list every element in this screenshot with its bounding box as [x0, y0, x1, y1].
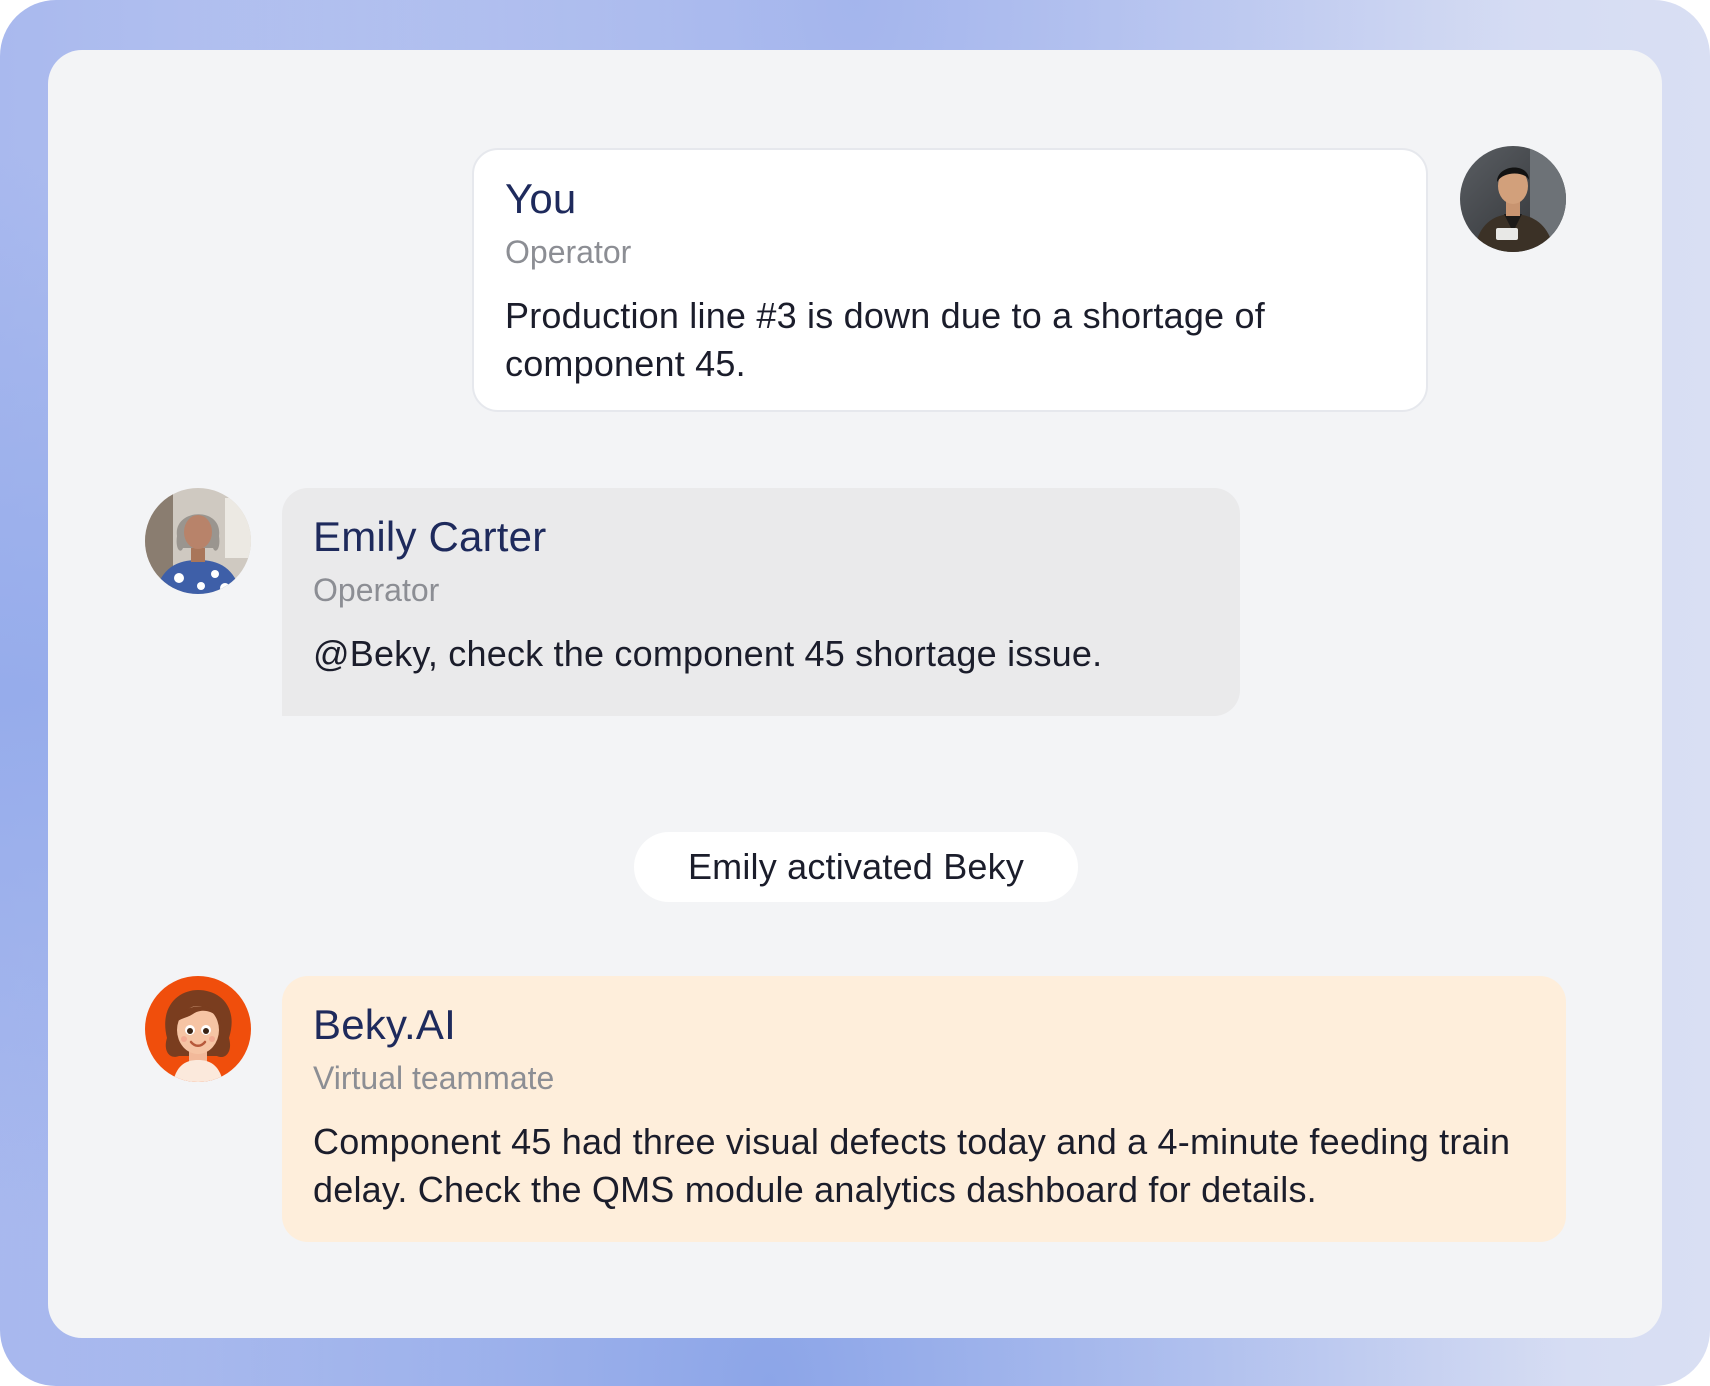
- sender-role: Operator: [505, 234, 632, 270]
- chat-panel: You Operator Production line #3 is down …: [48, 50, 1662, 1338]
- message-bubble-emily: Emily Carter Operator @Beky, check the c…: [282, 488, 1240, 716]
- person-avatar-man-icon: [1460, 146, 1566, 252]
- sender-name: You: [505, 175, 577, 222]
- message-text: Component 45 had three visual defects to…: [313, 1121, 1511, 1210]
- message-bubble-beky: Beky.AI Virtual teammate Component 45 ha…: [282, 976, 1566, 1242]
- avatar-you[interactable]: [1460, 146, 1566, 252]
- sender-name: Emily Carter: [313, 513, 547, 560]
- sender-role: Operator: [313, 572, 440, 608]
- message-bubble-you: You Operator Production line #3 is down …: [472, 148, 1428, 412]
- avatar-beky[interactable]: [145, 976, 251, 1082]
- system-event-pill: Emily activated Beky: [634, 832, 1078, 902]
- person-avatar-woman-icon: [145, 488, 251, 594]
- message-text: @Beky, check the component 45 shortage i…: [313, 633, 1103, 674]
- message-text: Production line #3 is down due to a shor…: [505, 295, 1265, 384]
- ai-avatar-cartoon-icon: [145, 976, 251, 1082]
- avatar-emily[interactable]: [145, 488, 251, 594]
- sender-role: Virtual teammate: [313, 1060, 555, 1096]
- sender-name: Beky.AI: [313, 1001, 457, 1048]
- app-frame: You Operator Production line #3 is down …: [0, 0, 1710, 1386]
